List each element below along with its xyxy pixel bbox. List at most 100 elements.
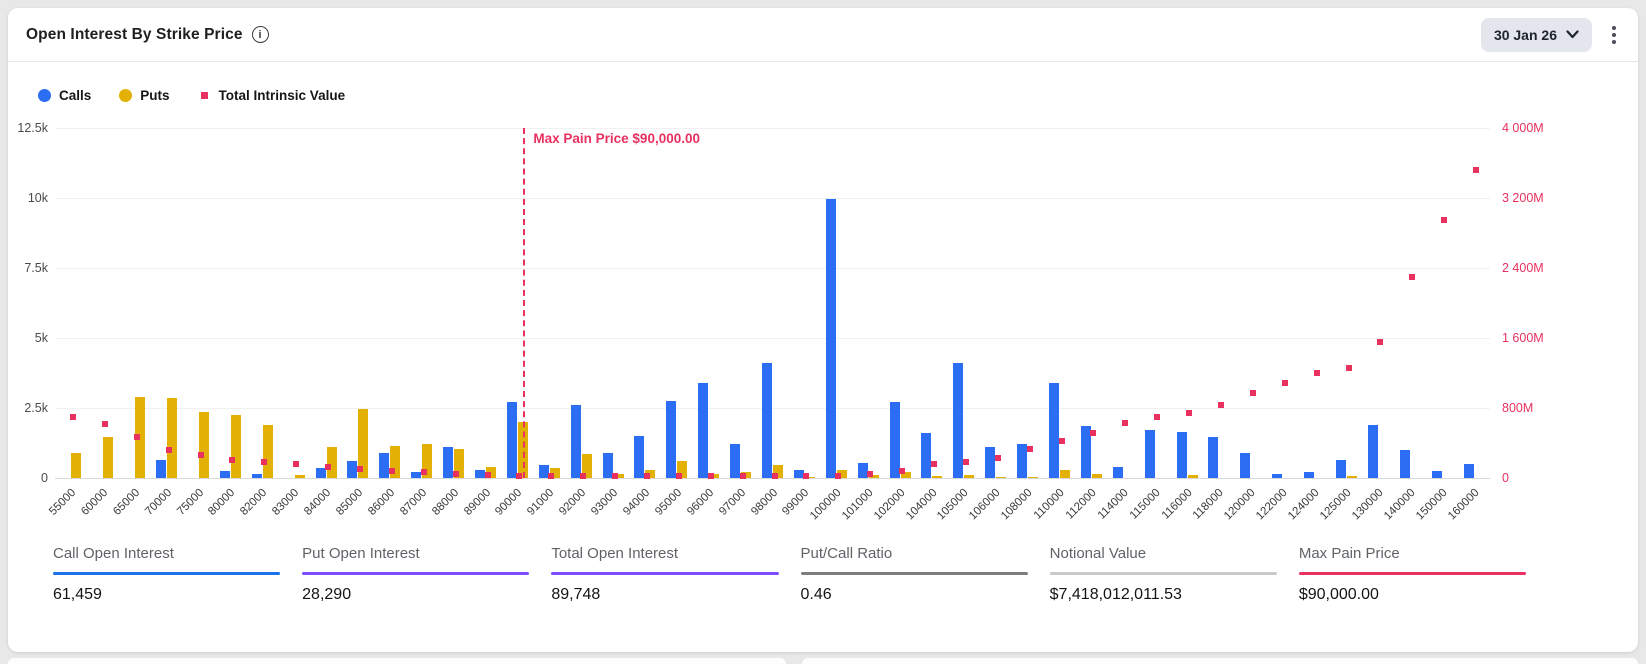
stat-notional-value: Notional Value$7,418,012,011.53 <box>1050 545 1277 604</box>
intrinsic-value-dot <box>803 473 809 479</box>
call-bar <box>1400 450 1410 478</box>
stat-underline <box>1050 572 1277 575</box>
call-bar <box>1049 383 1059 478</box>
call-bar <box>1432 471 1442 478</box>
intrinsic-value-dot <box>229 457 235 463</box>
stat-label: Put/Call Ratio <box>801 545 1028 562</box>
circle-marker-icon <box>38 89 51 102</box>
intrinsic-value-dot <box>1059 438 1065 444</box>
stat-label: Call Open Interest <box>53 545 280 562</box>
call-bar <box>443 447 453 478</box>
call-bar <box>1177 432 1187 478</box>
legend-item-total-intrinsic-value[interactable]: Total Intrinsic Value <box>198 88 346 103</box>
call-bar <box>985 447 995 478</box>
call-bar <box>571 405 581 478</box>
put-bar <box>167 398 177 478</box>
stat-put-open-interest: Put Open Interest28,290 <box>302 545 529 604</box>
next-card-stub-right <box>802 658 1638 664</box>
intrinsic-value-dot <box>166 447 172 453</box>
call-bar <box>1304 472 1314 478</box>
info-icon[interactable]: i <box>252 26 269 43</box>
y-axis-label-right: 2 400M <box>1502 261 1544 275</box>
stat-value: 61,459 <box>53 586 280 604</box>
stat-call-open-interest: Call Open Interest 61,459 <box>53 545 280 604</box>
intrinsic-value-dot <box>1186 410 1192 416</box>
call-bar <box>762 363 772 478</box>
intrinsic-value-dot <box>1473 167 1479 173</box>
call-bar <box>794 470 804 478</box>
intrinsic-value-dot <box>548 473 554 479</box>
intrinsic-value-dot <box>1250 390 1256 396</box>
call-bar <box>1368 425 1378 478</box>
call-bar <box>316 468 326 478</box>
intrinsic-value-dot <box>421 469 427 475</box>
intrinsic-value-dot <box>1377 339 1383 345</box>
call-bar <box>507 402 517 478</box>
put-bar <box>1092 474 1102 478</box>
kebab-menu-button[interactable] <box>1606 20 1622 50</box>
y-axis-label-right: 3 200M <box>1502 191 1544 205</box>
put-bar <box>996 477 1006 478</box>
intrinsic-value-dot <box>867 471 873 477</box>
stat-underline <box>1299 572 1526 575</box>
y-axis-label-left: 0 <box>8 471 48 485</box>
legend-item-puts[interactable]: Puts <box>119 88 169 103</box>
intrinsic-value-dot <box>580 473 586 479</box>
chart: 5500060000650007000075000800008200083000… <box>8 128 1638 540</box>
legend-label: Total Intrinsic Value <box>219 88 346 103</box>
call-bar <box>1017 444 1027 478</box>
stat-label: Put Open Interest <box>302 545 529 562</box>
put-bar <box>1028 477 1038 478</box>
square-marker-icon <box>201 92 208 99</box>
gridline <box>55 408 1490 409</box>
y-axis-label-right: 1 600M <box>1502 331 1544 345</box>
stat-underline <box>53 572 280 575</box>
call-bar <box>858 463 868 478</box>
stat-underline <box>801 572 1028 575</box>
call-bar <box>156 460 166 478</box>
expiry-dropdown[interactable]: 30 Jan 26 <box>1481 18 1592 52</box>
chevron-down-icon <box>1566 30 1579 39</box>
intrinsic-value-dot <box>1154 414 1160 420</box>
intrinsic-value-dot <box>1346 365 1352 371</box>
call-bar <box>1113 467 1123 478</box>
intrinsic-value-dot <box>389 468 395 474</box>
intrinsic-value-dot <box>134 434 140 440</box>
intrinsic-value-dot <box>485 472 491 478</box>
call-bar <box>666 401 676 478</box>
call-bar <box>1145 430 1155 478</box>
call-bar <box>1336 460 1346 478</box>
y-axis-label-right: 4 000M <box>1502 121 1544 135</box>
max-pain-line <box>523 128 525 478</box>
stat-label: Notional Value <box>1050 545 1277 562</box>
intrinsic-value-dot <box>995 455 1001 461</box>
legend-item-calls[interactable]: Calls <box>38 88 91 103</box>
gridline <box>55 128 1490 129</box>
intrinsic-value-dot <box>1409 274 1415 280</box>
call-bar <box>730 444 740 478</box>
intrinsic-value-dot <box>198 452 204 458</box>
call-bar <box>220 471 230 478</box>
put-bar <box>295 475 305 478</box>
intrinsic-value-dot <box>931 461 937 467</box>
call-bar <box>603 453 613 478</box>
card-header: Open Interest By Strike Price i 30 Jan 2… <box>8 8 1638 62</box>
intrinsic-value-dot <box>612 473 618 479</box>
call-bar <box>826 199 836 478</box>
put-bar <box>932 476 942 478</box>
stat-label: Total Open Interest <box>551 545 778 562</box>
put-bar <box>103 437 113 478</box>
plot-area[interactable]: 5500060000650007000075000800008200083000… <box>55 128 1490 478</box>
y-axis-label-right: 800M <box>1502 401 1533 415</box>
intrinsic-value-dot <box>293 461 299 467</box>
intrinsic-value-dot <box>261 459 267 465</box>
gridline <box>55 198 1490 199</box>
intrinsic-value-dot <box>1027 446 1033 452</box>
intrinsic-value-dot <box>676 473 682 479</box>
intrinsic-value-dot <box>70 414 76 420</box>
y-axis-label-right: 0 <box>1502 471 1509 485</box>
stat-label: Max Pain Price <box>1299 545 1526 562</box>
stat-max-pain-price: Max Pain Price$90,000.00 <box>1299 545 1526 604</box>
put-bar <box>71 453 81 478</box>
intrinsic-value-dot <box>516 473 522 479</box>
